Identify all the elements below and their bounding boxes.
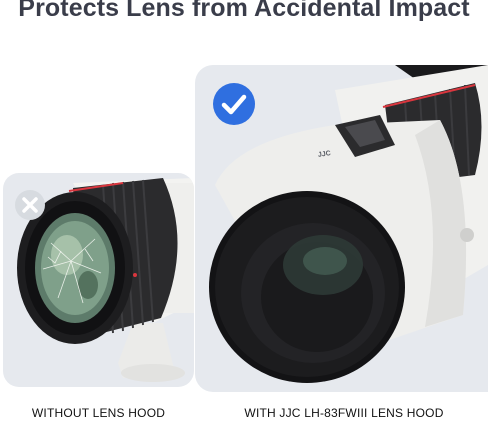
checkmark-icon <box>213 83 255 125</box>
headline: Protects Lens from Accidental Impact <box>18 0 470 22</box>
x-mark-icon <box>15 190 45 220</box>
with-hood-caption: WITH JJC LH-83FWIII LENS HOOD <box>244 406 444 420</box>
without-hood-caption: WITHOUT LENS HOOD <box>31 406 166 420</box>
